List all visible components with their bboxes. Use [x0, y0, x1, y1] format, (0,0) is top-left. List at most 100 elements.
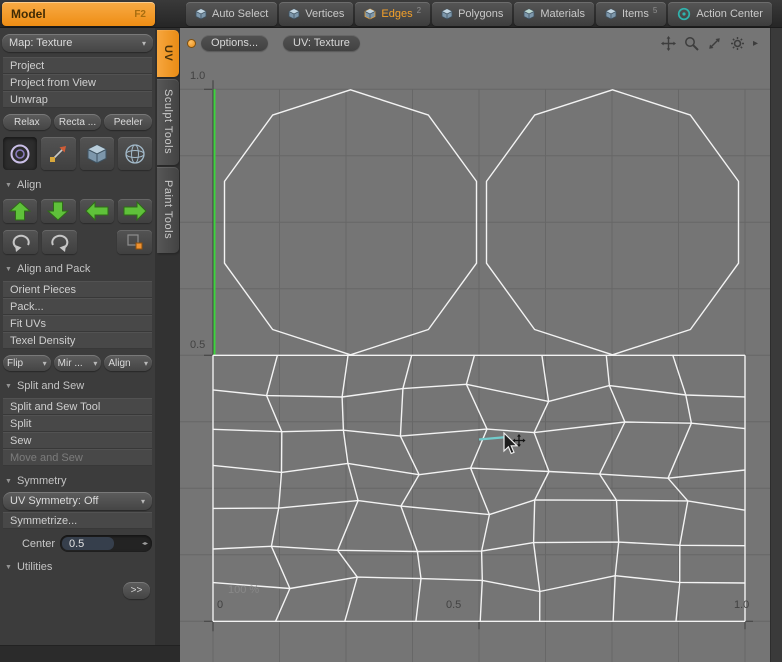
symmetry-center-row: Center 0.5 ◂▸: [3, 535, 152, 552]
spinner-arrows-icon[interactable]: ◂▸: [142, 540, 148, 547]
model-tab-label: Model: [11, 7, 46, 21]
align-corner-button[interactable]: [117, 230, 152, 254]
options-button[interactable]: Options...: [201, 35, 269, 51]
panel-footer: [0, 645, 180, 662]
tab-action-center[interactable]: Action Center: [668, 2, 772, 26]
relax-button[interactable]: Relax: [3, 114, 51, 130]
expand-panel-button[interactable]: >>: [123, 582, 150, 599]
align-right-button[interactable]: [117, 199, 152, 223]
rotate-ccw-icon: [12, 234, 30, 252]
maximize-icon[interactable]: [707, 36, 722, 51]
settings-gear-icon[interactable]: [730, 36, 745, 51]
tab-label: Items: [621, 8, 649, 20]
transform-gizmo-icon: [50, 145, 67, 162]
split-and-sew-tool-button[interactable]: Split and Sew Tool: [3, 398, 152, 415]
align-up-button[interactable]: [3, 199, 38, 223]
chevron-down-icon: ▾: [141, 38, 146, 48]
vtab-label: Paint Tools: [162, 180, 174, 240]
uv-canvas[interactable]: [180, 28, 770, 662]
uv-cube-tool-button[interactable]: [79, 137, 114, 170]
mode-tab-bar: Auto Select Vertices Edges 2 Polygons Ma…: [186, 2, 772, 26]
pack-button[interactable]: Pack...: [3, 298, 152, 315]
tab-label: Auto Select: [212, 8, 269, 20]
mirror-dropdown[interactable]: Mir ... ▾: [53, 355, 102, 371]
cube-items-icon: [605, 8, 617, 20]
cube-vertices-icon: [288, 8, 300, 20]
tab-paint-tools[interactable]: Paint Tools: [157, 167, 179, 253]
rotate-cw-button[interactable]: [42, 230, 77, 254]
tab-items[interactable]: Items 5: [595, 2, 667, 26]
symmetrize-button[interactable]: Symmetrize...: [3, 512, 152, 529]
chevron-down-icon: ▾: [144, 358, 149, 368]
uv-texture-button[interactable]: UV: Texture: [283, 35, 360, 51]
uv-symmetry-selector[interactable]: UV Symmetry: Off ▾: [3, 492, 152, 510]
project-from-view-button[interactable]: Project from View: [3, 74, 152, 91]
uv-sphere-tool-button[interactable]: [117, 137, 152, 170]
tab-uv[interactable]: UV: [157, 30, 179, 77]
split-button[interactable]: Split: [3, 415, 152, 432]
align-dropdown[interactable]: Align ▾: [104, 355, 153, 371]
rectangle-button[interactable]: Recta ...: [53, 114, 102, 130]
orient-pieces-button[interactable]: Orient Pieces: [3, 281, 152, 298]
wireframe-sphere-icon: [125, 143, 145, 164]
caret-right-icon[interactable]: ▸: [753, 36, 758, 51]
section-split-and-sew[interactable]: ▼ Split and Sew: [5, 379, 150, 393]
green-arrow-right-icon: [123, 200, 147, 222]
unwrap-button[interactable]: Unwrap: [3, 91, 152, 108]
align-down-button[interactable]: [41, 199, 76, 223]
top-bar: Model F2 Auto Select Vertices Edges 2 Po…: [0, 0, 782, 28]
move-and-sew-button[interactable]: Move and Sew: [3, 449, 152, 466]
section-align[interactable]: ▼ Align: [5, 178, 150, 192]
side-tab-strip: UV Sculpt Tools Paint Tools: [155, 28, 180, 645]
viewport-toolbar-icons: ▸: [660, 36, 758, 51]
right-panel-edge[interactable]: [770, 28, 782, 662]
section-utilities[interactable]: ▼ Utilities: [5, 560, 150, 574]
vertex-map-selector[interactable]: Map: Texture ▾: [2, 34, 153, 52]
section-label: Split and Sew: [16, 380, 85, 392]
tab-model[interactable]: Model F2: [2, 2, 155, 26]
align-left-button[interactable]: [79, 199, 114, 223]
modo-app: Model F2 Auto Select Vertices Edges 2 Po…: [0, 0, 782, 662]
uv-projection-icon: [10, 144, 30, 163]
center-value-field[interactable]: 0.5 ◂▸: [60, 535, 152, 552]
symmetry-selector-label: UV Symmetry: Off: [10, 495, 99, 507]
rotate-ccw-button[interactable]: [3, 230, 38, 254]
model-tab-shortcut: F2: [134, 8, 146, 20]
tab-polygons[interactable]: Polygons: [432, 2, 513, 26]
vtab-label: UV: [162, 45, 174, 62]
symmetrize-group: Symmetrize...: [3, 512, 152, 529]
tab-materials[interactable]: Materials: [514, 2, 594, 26]
section-label: Utilities: [16, 561, 53, 573]
uv-viewport: Options... UV: Texture ▸ 1.0 0.5 0 0.5 1…: [180, 28, 770, 662]
fit-uvs-button[interactable]: Fit UVs: [3, 315, 152, 332]
viewport-menu-dot[interactable]: [187, 39, 196, 48]
uv-projection-tool-button[interactable]: [3, 137, 38, 170]
zoom-icon[interactable]: [684, 36, 699, 51]
tab-sculpt-tools[interactable]: Sculpt Tools: [157, 79, 179, 165]
section-align-and-pack[interactable]: ▼ Align and Pack: [5, 262, 150, 276]
rotate-buttons-row: [3, 230, 152, 254]
pan-icon[interactable]: [660, 36, 676, 51]
peeler-button[interactable]: Peeler: [104, 114, 153, 130]
texel-density-button[interactable]: Texel Density: [3, 332, 152, 349]
project-button[interactable]: Project: [3, 57, 152, 74]
green-arrow-up-icon: [8, 201, 32, 221]
section-symmetry[interactable]: ▼ Symmetry: [5, 474, 150, 488]
map-selector-label: Map: Texture: [9, 37, 73, 49]
flip-dropdown[interactable]: Flip ▾: [3, 355, 51, 371]
center-value: 0.5: [69, 537, 85, 550]
tab-shortcut-badge: 5: [652, 6, 658, 15]
collapse-triangle-icon: ▼: [5, 181, 12, 189]
center-label: Center: [21, 537, 55, 550]
align-arrow-buttons: [3, 199, 152, 223]
green-arrow-left-icon: [84, 200, 109, 222]
section-label: Symmetry: [16, 475, 67, 487]
tab-label: Vertices: [305, 8, 345, 20]
tab-edges[interactable]: Edges 2: [355, 2, 431, 26]
uv-transform-tool-button[interactable]: [41, 137, 76, 170]
tab-auto-select[interactable]: Auto Select: [186, 2, 278, 26]
split-sew-group: Split and Sew Tool Split Sew Move and Se…: [3, 398, 152, 466]
sew-button[interactable]: Sew: [3, 432, 152, 449]
chevron-down-icon: ▾: [93, 358, 98, 368]
tab-vertices[interactable]: Vertices: [279, 2, 354, 26]
